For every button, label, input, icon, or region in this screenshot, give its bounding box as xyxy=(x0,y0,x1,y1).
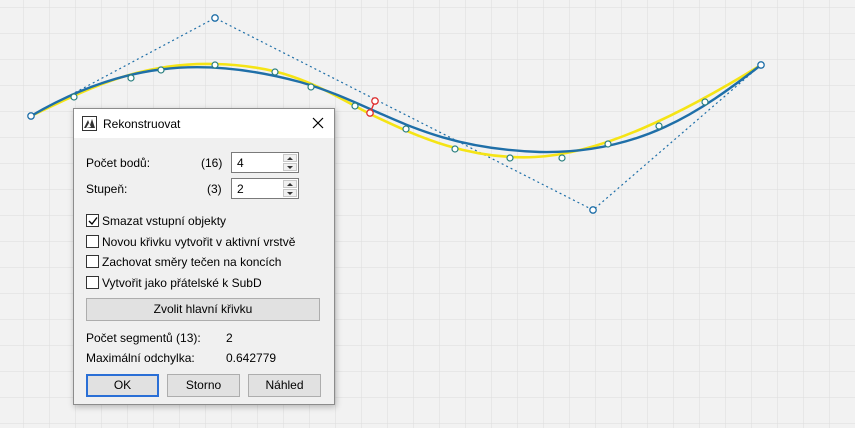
preview-button[interactable]: Náhled xyxy=(248,374,321,397)
degree-label: Stupeň: xyxy=(86,182,128,196)
select-main-curve-button[interactable]: Zvolit hlavní křivku xyxy=(86,298,320,321)
checkmark-icon xyxy=(88,217,98,226)
checkbox-box[interactable] xyxy=(86,255,99,268)
point-count-original: (16) xyxy=(201,156,223,170)
dialog-titlebar[interactable]: Rekonstruovat xyxy=(74,109,334,138)
checkbox-box[interactable] xyxy=(86,214,99,227)
point-count-value[interactable]: 4 xyxy=(237,156,244,170)
degree-stepper[interactable]: 2 xyxy=(231,178,299,199)
degree-original: (3) xyxy=(207,182,222,196)
ok-button[interactable]: OK xyxy=(86,374,159,397)
dialog-title: Rekonstruovat xyxy=(103,117,181,131)
point-count-down-button[interactable] xyxy=(283,163,297,171)
max-deviation-value: 0.642779 xyxy=(226,351,277,365)
rhino-rebuild-icon xyxy=(82,116,97,131)
close-button[interactable] xyxy=(306,112,330,134)
checkbox-label: Zachovat směry tečen na koncích xyxy=(102,255,282,269)
degree-down-button[interactable] xyxy=(283,189,297,197)
point-count-label: Počet bodů: xyxy=(86,156,151,170)
max-deviation-label: Maximální odchylka: xyxy=(86,351,195,365)
checkbox-label: Vytvořit jako přátelské k SubD xyxy=(102,276,262,290)
cancel-button[interactable]: Storno xyxy=(167,374,240,397)
point-count-stepper[interactable]: 4 xyxy=(231,152,299,173)
degree-value[interactable]: 2 xyxy=(237,182,244,196)
checkbox-box[interactable] xyxy=(86,235,99,248)
segment-count-value: 2 xyxy=(226,331,233,345)
checkbox-label: Smazat vstupní objekty xyxy=(102,214,227,228)
checkbox-box[interactable] xyxy=(86,276,99,289)
degree-up-button[interactable] xyxy=(283,180,297,188)
rebuild-dialog: Rekonstruovat Počet bodů: (16) 4 Stupeň:… xyxy=(73,108,335,405)
close-icon xyxy=(312,117,324,129)
segment-count-label: Počet segmentů (13): xyxy=(86,331,201,345)
point-count-up-button[interactable] xyxy=(283,154,297,162)
checkbox-label: Novou křivku vytvořit v aktivní vrstvě xyxy=(102,235,296,249)
